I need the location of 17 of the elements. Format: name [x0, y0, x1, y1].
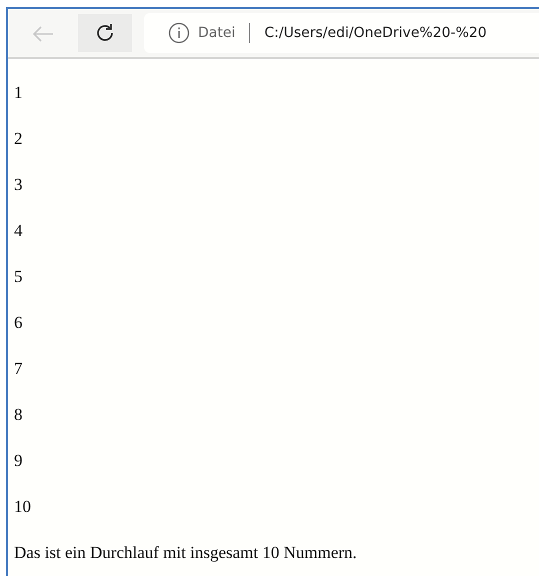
number-line: 8: [14, 405, 22, 424]
url-text: C:/Users/edi/OneDrive%20-%20: [264, 24, 487, 42]
number-line: 5: [14, 267, 22, 286]
info-icon: [168, 22, 190, 44]
number-line: 1: [14, 83, 22, 102]
number-line: 9: [14, 451, 22, 470]
number-line: 6: [14, 313, 22, 332]
number-line: 4: [14, 221, 22, 240]
number-line: 2: [14, 129, 22, 148]
address-bar[interactable]: Datei C:/Users/edi/OneDrive%20-%20: [144, 13, 539, 53]
reload-button[interactable]: [78, 14, 132, 52]
number-line: 10: [14, 497, 31, 516]
summary-text: Das ist ein Durchlauf mit insgesamt 10 Nummern.: [14, 543, 357, 562]
number-line: 7: [14, 359, 22, 378]
number-line: 3: [14, 175, 22, 194]
back-arrow-icon: [31, 24, 55, 44]
scheme-label: Datei: [198, 24, 236, 42]
